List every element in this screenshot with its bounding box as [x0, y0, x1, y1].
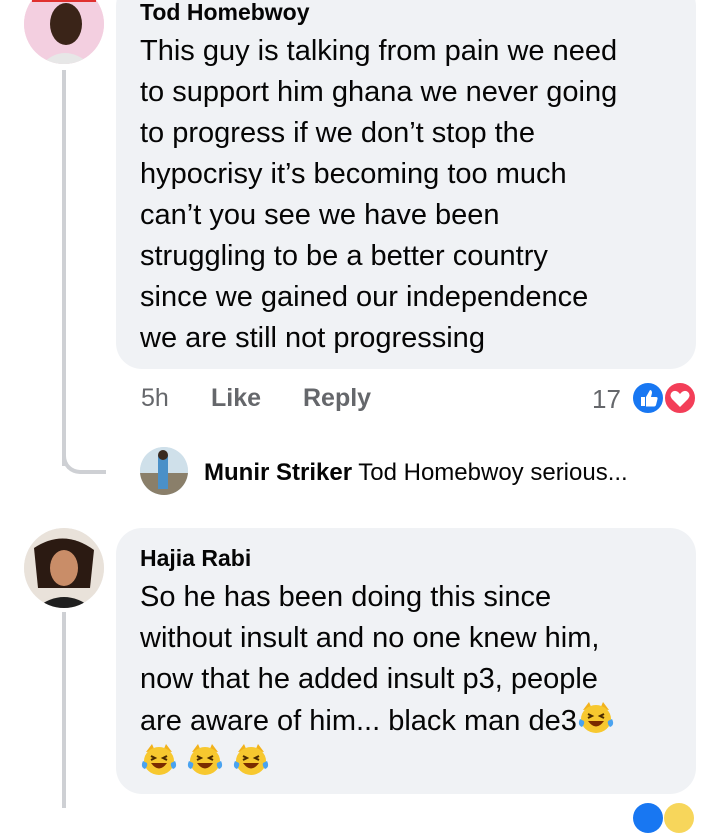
comment-line [140, 742, 690, 784]
comment-text: This guy is talking from pain we need to… [140, 31, 690, 359]
comment-line: since we gained our independence [140, 281, 589, 313]
love-icon [663, 381, 697, 415]
comment-line: hypocrisy it’s becoming too much [140, 158, 567, 190]
reaction-count[interactable]: 17 [592, 384, 621, 415]
comment-line: we are still not progressing [140, 322, 485, 354]
laughing-crying-emoji-icon [186, 742, 224, 778]
comment-text: So he has been doing this since without … [140, 577, 690, 784]
like-icon [631, 381, 665, 415]
comment-timestamp[interactable]: 5h [141, 384, 169, 413]
comment-line: So he has been doing this since [140, 581, 552, 613]
comment-line: without insult and no one knew him, [140, 622, 600, 654]
comment-line: can’t you see we have been [140, 199, 500, 231]
avatar[interactable] [24, 0, 104, 64]
comment-line: now that he added insult p3, people [140, 663, 598, 695]
comment-author[interactable]: Hajia Rabi [140, 545, 251, 572]
reply-text: Tod Homebwoy serious... [358, 459, 628, 486]
reply-button[interactable]: Reply [303, 384, 371, 413]
comment-line: to support him ghana we never going [140, 76, 618, 108]
laughing-crying-emoji-icon [140, 742, 178, 778]
like-button[interactable]: Like [211, 384, 261, 413]
avatar[interactable] [24, 528, 104, 608]
reply-preview[interactable]: Munir Striker Tod Homebwoy serious... [204, 459, 628, 487]
comment-line: This guy is talking from pain we need [140, 35, 618, 67]
laughing-crying-emoji-icon [577, 700, 615, 736]
thread-line [62, 70, 66, 466]
reply-author[interactable]: Munir Striker [204, 459, 352, 486]
comment-line-text: are aware of him... black man de3 [140, 705, 577, 737]
reply-avatar[interactable] [140, 447, 188, 495]
comment-line: to progress if we don’t stop the [140, 117, 535, 149]
thread-line [62, 612, 66, 808]
thread-line-curve [62, 430, 106, 474]
comment-line: struggling to be a better country [140, 240, 548, 272]
reactions[interactable] [631, 381, 699, 415]
comment-author[interactable]: Tod Homebwoy [140, 0, 310, 26]
comment-line: are aware of him... black man de3 [140, 700, 690, 742]
laughing-crying-emoji-icon [232, 742, 270, 778]
